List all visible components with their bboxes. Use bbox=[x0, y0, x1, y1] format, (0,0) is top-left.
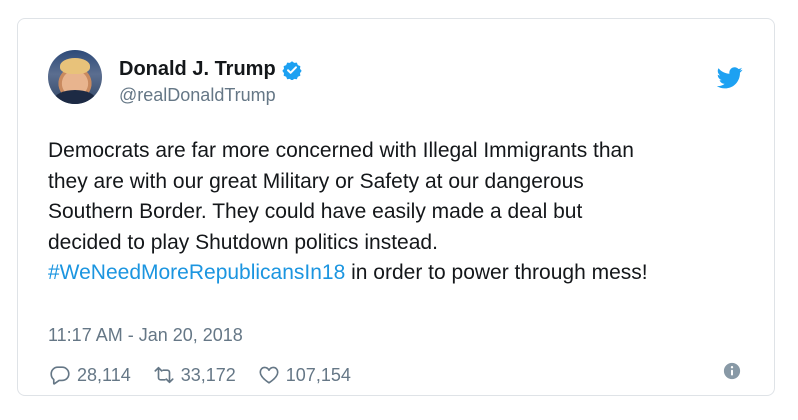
avatar-suit bbox=[54, 90, 96, 104]
tweet-text-tail: in order to power through mess! bbox=[345, 261, 648, 284]
timestamp-link[interactable]: 11:17 AM - Jan 20, 2018 bbox=[48, 325, 243, 346]
tweet-text-line: decided to play Shutdown politics instea… bbox=[48, 230, 438, 254]
twitter-bird-icon[interactable] bbox=[717, 67, 743, 89]
retweet-icon bbox=[154, 366, 174, 384]
retweet-button[interactable]: 33,172 bbox=[153, 364, 236, 386]
avatar[interactable] bbox=[48, 50, 102, 104]
action-bar: 28,114 33,172 107,154 bbox=[49, 364, 373, 386]
reply-button[interactable]: 28,114 bbox=[49, 364, 131, 386]
verified-badge-icon bbox=[282, 60, 302, 80]
author-row: Donald J. Trump bbox=[119, 58, 302, 81]
tweet-text-line: they are with our great Military or Safe… bbox=[48, 169, 584, 193]
heart-icon bbox=[259, 366, 279, 384]
reply-count: 28,114 bbox=[77, 364, 131, 385]
tweet-text-line: Democrats are far more concerned with Il… bbox=[48, 139, 634, 162]
tweet-text: Democrats are far more concerned with Il… bbox=[48, 136, 758, 289]
author-handle[interactable]: @realDonaldTrump bbox=[119, 85, 276, 106]
retweet-count: 33,172 bbox=[180, 364, 236, 385]
tweet-text-line-last: #WeNeedMoreRepublicansIn18 in order to p… bbox=[48, 258, 758, 289]
like-button[interactable]: 107,154 bbox=[258, 364, 351, 386]
tweet-card: Donald J. Trump @realDonaldTrump Democra… bbox=[17, 18, 775, 396]
tweet-text-line: Southern Border. They could have easily … bbox=[48, 200, 583, 223]
author-name[interactable]: Donald J. Trump bbox=[119, 58, 276, 81]
reply-icon bbox=[50, 366, 70, 385]
hashtag-link[interactable]: #WeNeedMoreRepublicansIn18 bbox=[48, 261, 345, 284]
info-icon[interactable] bbox=[723, 362, 741, 380]
avatar-hair bbox=[60, 58, 90, 74]
like-count: 107,154 bbox=[285, 364, 351, 385]
